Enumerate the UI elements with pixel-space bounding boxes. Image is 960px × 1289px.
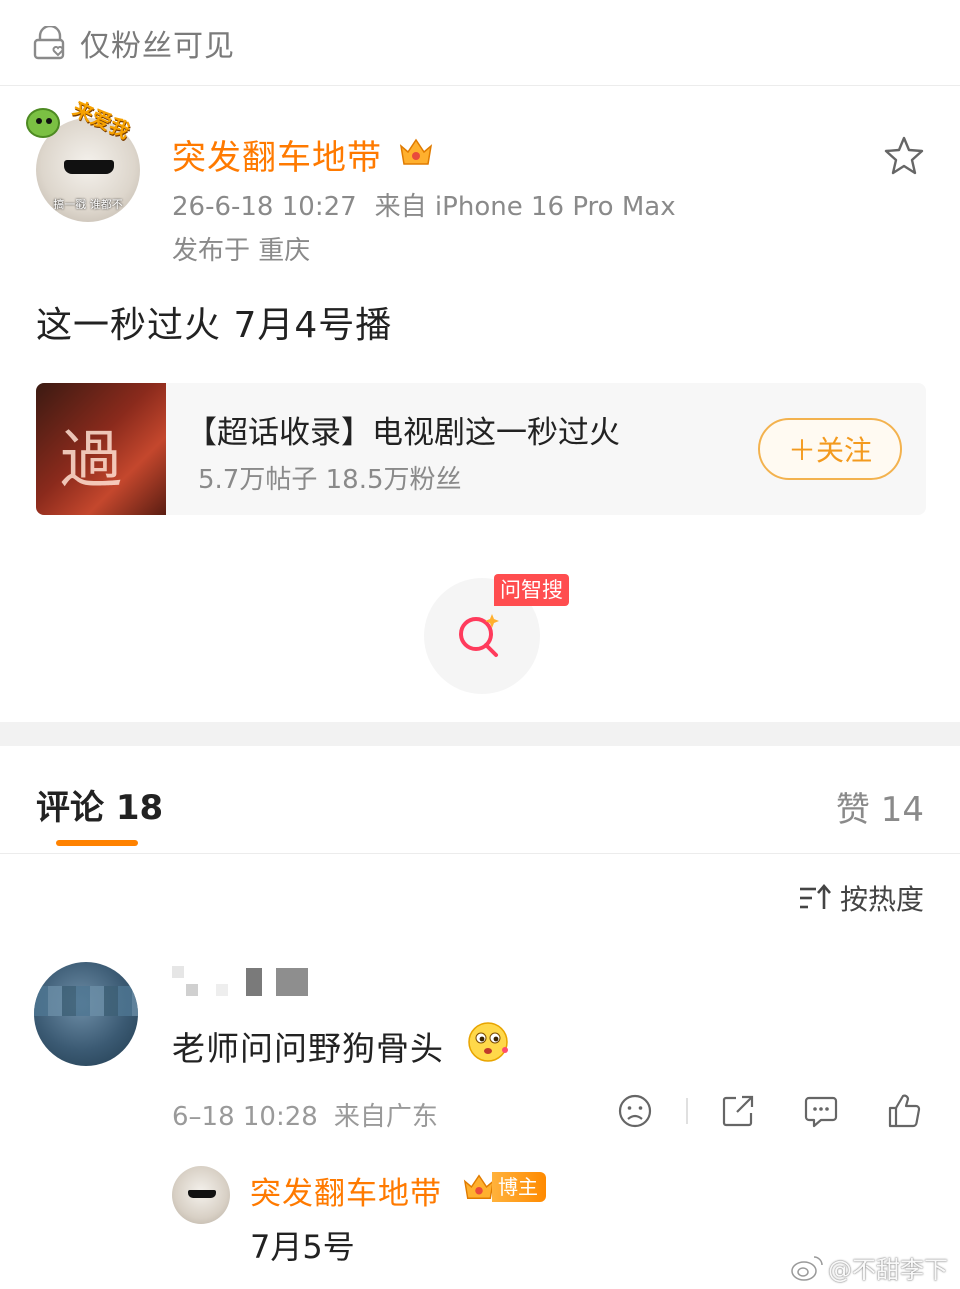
- sort-icon: [799, 884, 831, 909]
- comment-source: 来自广东: [333, 1102, 438, 1132]
- like-thumb-icon[interactable]: [886, 1093, 922, 1129]
- action-separator: [686, 1098, 688, 1124]
- post-body: 这一秒过火 7月4号播: [36, 305, 393, 346]
- commenter-name-redacted[interactable]: [172, 966, 312, 1000]
- topic-title: 【超话收录】电视剧这一秒过火: [186, 415, 620, 451]
- ai-search-tag: 问智搜: [494, 574, 569, 606]
- topic-stats: 5.7万帖子 18.5万粉丝: [198, 465, 462, 495]
- visibility-bar: 仅粉丝可见: [0, 0, 960, 86]
- smile-emoji-icon: [468, 1022, 508, 1062]
- dislike-face-icon[interactable]: [617, 1093, 653, 1129]
- ai-search-icon: [459, 614, 499, 657]
- visibility-label: 仅粉丝可见: [80, 28, 235, 64]
- post-time: 26-6-18 10:27: [172, 192, 357, 222]
- tab-active-indicator: [56, 840, 138, 846]
- reply-comment-icon[interactable]: [803, 1093, 839, 1129]
- tab-likes[interactable]: 赞 14: [836, 782, 924, 831]
- sort-control[interactable]: 按热度: [798, 878, 924, 918]
- blogger-badge: 博主: [492, 1172, 546, 1202]
- author-name[interactable]: 突发翻车地带: [172, 130, 382, 179]
- weibo-logo-icon: [791, 1255, 823, 1281]
- reply-author-name[interactable]: 突发翻车地带: [250, 1168, 442, 1213]
- frog-sticker-icon: [26, 108, 60, 138]
- watermark-text: @不甜李下: [828, 1256, 948, 1284]
- sort-label: 按热度: [839, 883, 924, 916]
- favorite-star-icon[interactable]: [882, 134, 926, 178]
- super-topic-card[interactable]: 過火 【超话收录】电视剧这一秒过火 5.7万帖子 18.5万粉丝 ＋关注: [36, 383, 926, 515]
- watermark: @不甜李下: [790, 1250, 948, 1285]
- commenter-avatar[interactable]: [34, 962, 138, 1066]
- reply-author-avatar[interactable]: [172, 1166, 230, 1224]
- comment-time: 6–18 10:28: [172, 1102, 318, 1132]
- post-source: 来自 iPhone 16 Pro Max: [374, 192, 676, 222]
- section-divider: [0, 722, 960, 746]
- tab-comments[interactable]: 评论 18: [36, 780, 163, 829]
- reply-text: 7月5号: [250, 1228, 355, 1266]
- comment-meta: 6–18 10:28 来自广东: [172, 1096, 438, 1133]
- share-icon[interactable]: [720, 1093, 756, 1129]
- post-location: 发布于 重庆: [172, 236, 311, 266]
- crown-icon: [399, 138, 433, 165]
- follow-button[interactable]: ＋关注: [758, 418, 902, 480]
- comment-text: 老师问问野狗骨头: [172, 1029, 444, 1068]
- post-meta: 26-6-18 10:27 来自 iPhone 16 Pro Max: [172, 186, 676, 223]
- sunglasses-icon: [64, 160, 114, 174]
- avatar-caption: 搞一戳 谁都不: [53, 198, 123, 211]
- tabs-divider: [0, 853, 960, 854]
- lock-heart-icon: [33, 25, 65, 59]
- topic-thumbnail: 過火: [36, 383, 166, 515]
- crown-icon: [463, 1174, 495, 1199]
- topic-thumb-text: 過火: [60, 423, 122, 515]
